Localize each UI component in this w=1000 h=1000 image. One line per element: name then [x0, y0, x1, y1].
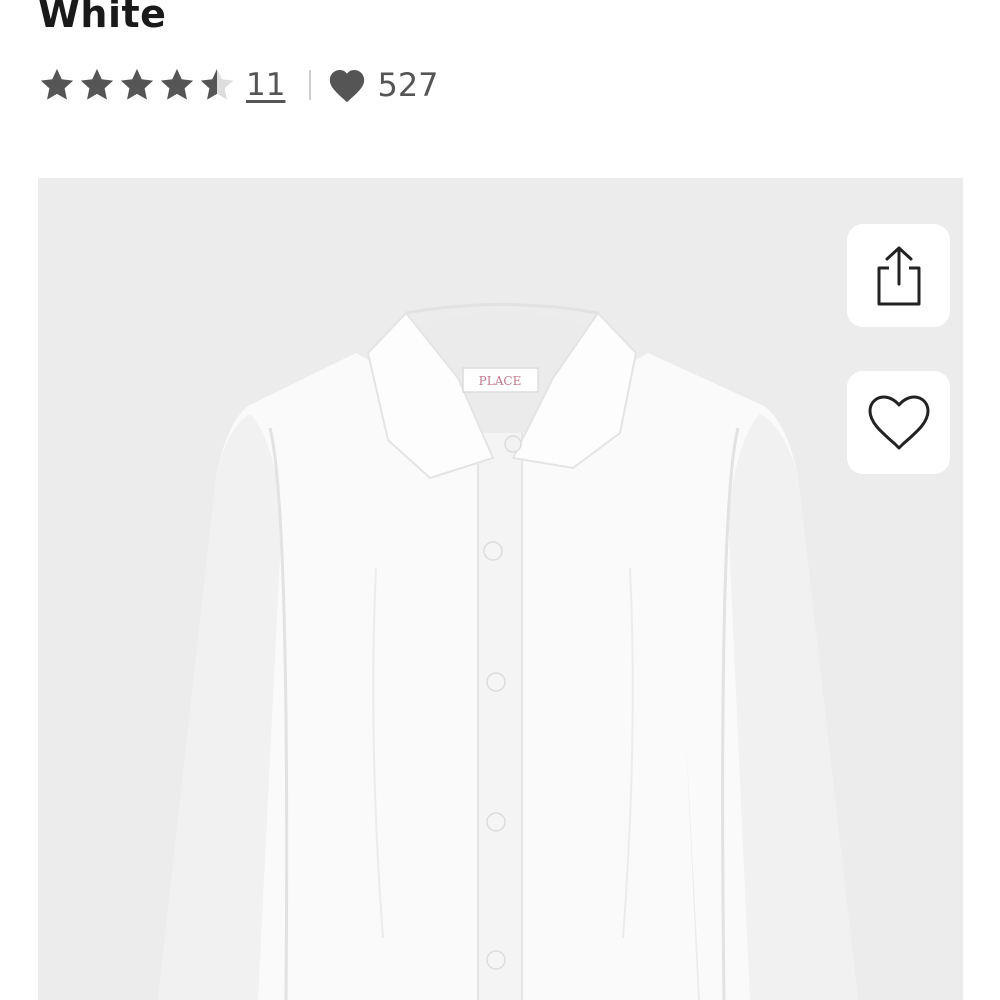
- heart-filled-icon: [330, 69, 365, 103]
- star-rating: [38, 66, 238, 104]
- star-icon: [40, 68, 74, 100]
- rating-row: 11 527: [38, 62, 439, 108]
- share-button[interactable]: [847, 224, 950, 327]
- star-icon: [80, 68, 114, 100]
- review-count-link[interactable]: 11: [246, 67, 285, 103]
- favorites-count: 527: [377, 66, 439, 104]
- wishlist-button[interactable]: [847, 371, 950, 474]
- star-icon: [120, 68, 154, 100]
- shirt-illustration: PLACE: [158, 303, 858, 1000]
- garment-label: PLACE: [479, 374, 522, 388]
- divider: [309, 70, 312, 100]
- heart-outline-icon: [868, 395, 929, 449]
- product-image[interactable]: PLACE: [38, 178, 963, 1000]
- star-icon: [160, 68, 194, 100]
- share-icon: [877, 246, 920, 305]
- product-title: White: [38, 0, 167, 36]
- star-half-icon: [200, 68, 234, 100]
